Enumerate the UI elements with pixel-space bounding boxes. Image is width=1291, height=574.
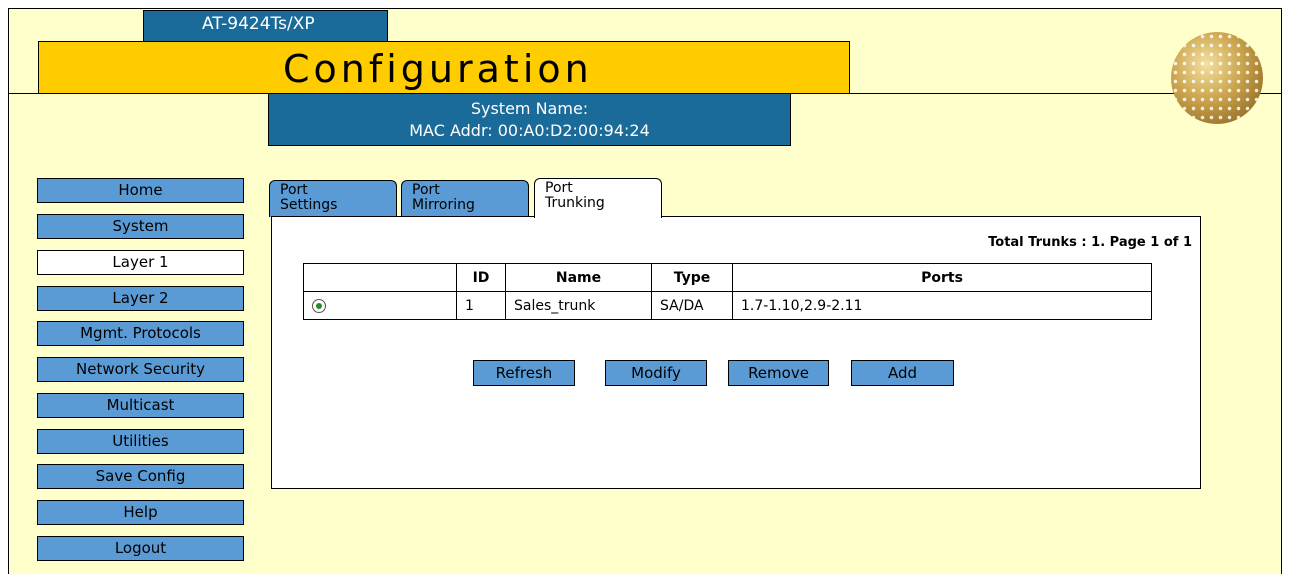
column-header-type: Type (651, 263, 733, 292)
remove-button[interactable]: Remove (728, 360, 829, 386)
total-trunks-label: Total Trunks : 1. Page 1 of 1 (988, 235, 1192, 250)
table-header-row: ID Name Type Ports (303, 263, 1152, 292)
nav-layer1-button[interactable]: Layer 1 (37, 250, 244, 275)
nav-network-security-button[interactable]: Network Security (37, 357, 244, 382)
nav-mgmt-protocols-button[interactable]: Mgmt. Protocols (37, 321, 244, 346)
model-label: AT-9424Ts/XP (143, 10, 388, 42)
tab-port-settings[interactable]: Port Settings (269, 180, 397, 217)
add-button[interactable]: Add (851, 360, 954, 386)
column-header-select (303, 263, 457, 292)
system-name-label: System Name: (470, 99, 589, 118)
nav-help-button[interactable]: Help (37, 500, 244, 525)
nav-layer2-button[interactable]: Layer 2 (37, 286, 244, 311)
nav-system-button[interactable]: System (37, 214, 244, 239)
trunk-panel: Total Trunks : 1. Page 1 of 1 ID Name Ty… (271, 216, 1201, 489)
nav-utilities-button[interactable]: Utilities (37, 429, 244, 454)
trunk-table: ID Name Type Ports 1 Sales_trunk SA/DA 1… (303, 263, 1152, 320)
tab-label-line1: Port (280, 182, 308, 198)
column-header-id: ID (456, 263, 506, 292)
tab-label-line1: Port (412, 182, 440, 198)
trunk-ports-cell: 1.7-1.10,2.9-2.11 (732, 291, 1152, 320)
mac-address-label: MAC Addr: 00:A0:D2:00:94:24 (409, 121, 650, 140)
nav-save-config-button[interactable]: Save Config (37, 464, 244, 489)
nav-home-button[interactable]: Home (37, 178, 244, 203)
nav-logout-button[interactable]: Logout (37, 536, 244, 561)
tab-port-trunking[interactable]: Port Trunking (534, 178, 662, 218)
trunk-id-cell: 1 (456, 291, 506, 320)
page-title: Configuration (283, 47, 593, 91)
row-radio-button[interactable] (312, 298, 326, 313)
trunk-name-cell: Sales_trunk (505, 291, 652, 320)
column-header-name: Name (505, 263, 652, 292)
tab-port-mirroring[interactable]: Port Mirroring (401, 180, 529, 217)
system-info-box: System Name: MAC Addr: 00:A0:D2:00:94:24 (268, 93, 791, 146)
table-row: 1 Sales_trunk SA/DA 1.7-1.10,2.9-2.11 (303, 291, 1152, 320)
tab-label-line2: Mirroring (412, 197, 475, 213)
globe-logo-icon (1171, 32, 1263, 124)
trunk-type-cell: SA/DA (651, 291, 733, 320)
modify-button[interactable]: Modify (605, 360, 707, 386)
refresh-button[interactable]: Refresh (473, 360, 575, 386)
row-select-cell (303, 291, 457, 320)
nav-multicast-button[interactable]: Multicast (37, 393, 244, 418)
column-header-ports: Ports (732, 263, 1152, 292)
tab-label-line2: Trunking (545, 195, 605, 211)
tab-label-line1: Port (545, 180, 573, 196)
page-title-banner: Configuration (38, 41, 850, 94)
tab-label-line2: Settings (280, 197, 338, 213)
